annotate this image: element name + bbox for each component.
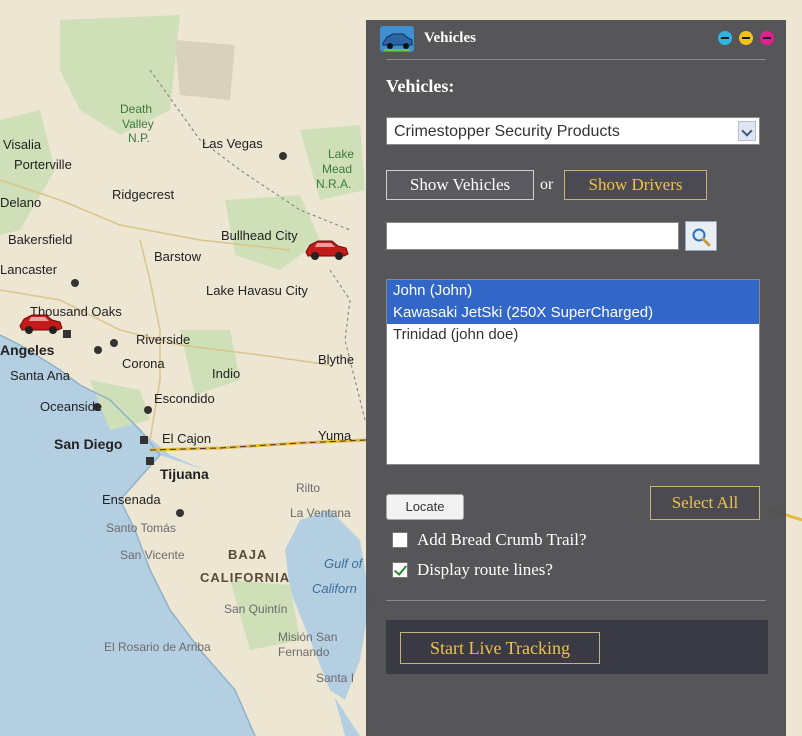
- map-label: Bakersfield: [8, 232, 73, 247]
- map-label: Riverside: [136, 332, 191, 347]
- map-label: El Cajon: [162, 431, 212, 446]
- map-label: Santo Tomás: [106, 521, 176, 535]
- map-label: San Diego: [54, 436, 123, 452]
- divider: [386, 600, 766, 601]
- vehicle-list[interactable]: John (John) Kawasaki JetSki (250X SuperC…: [386, 279, 760, 465]
- panel-title-bar[interactable]: Vehicles: [366, 20, 786, 60]
- map-label: N.R.A.: [316, 177, 352, 191]
- divider: [386, 59, 766, 60]
- map-label: Ensenada: [102, 492, 161, 507]
- map-label: Yuma: [318, 428, 352, 443]
- route-lines-checkbox[interactable]: [392, 562, 408, 578]
- restore-button[interactable]: [739, 31, 753, 45]
- map-label: La Ventana: [290, 506, 351, 520]
- bread-crumb-label: Add Bread Crumb Trail?: [417, 530, 587, 549]
- list-item[interactable]: Kawasaki JetSki (250X SuperCharged): [387, 302, 759, 324]
- map-label: Las Vegas: [202, 136, 263, 151]
- map-label: Rilto: [296, 481, 321, 495]
- map-label: Californ: [312, 581, 357, 596]
- close-button[interactable]: [760, 31, 774, 45]
- map-label: Tijuana: [160, 466, 209, 482]
- car-icon: [380, 26, 414, 52]
- map-label: Oceanside: [40, 399, 103, 414]
- map-label: Fernando: [278, 645, 330, 659]
- search-button[interactable]: [685, 221, 717, 251]
- chevron-down-icon[interactable]: [738, 121, 756, 141]
- map-label: Santa I: [316, 671, 355, 685]
- panel-title: Vehicles: [424, 30, 476, 46]
- map-label: Blythe: [318, 352, 355, 367]
- map-label: Barstow: [154, 249, 201, 264]
- map-label: Bullhead City: [221, 228, 298, 243]
- map-label: Valley: [122, 117, 154, 131]
- or-label: or: [540, 176, 554, 193]
- show-vehicles-button[interactable]: Show Vehicles: [386, 170, 534, 200]
- vehicles-panel: Vehicles Vehicles: Crimestopper Security…: [366, 20, 786, 736]
- map-label: Gulf of: [324, 556, 363, 571]
- map-label: Angeles: [0, 342, 55, 358]
- map-label: Misión San: [278, 630, 338, 644]
- map-label: Delano: [0, 195, 42, 210]
- map-label: El Rosario de Arriba: [104, 640, 211, 654]
- map-label: Santa Ana: [10, 368, 70, 383]
- map-label: Mead: [322, 162, 353, 176]
- select-all-button[interactable]: Select All: [650, 486, 760, 520]
- search-input[interactable]: [386, 222, 679, 250]
- map-label: Lake Havasu City: [206, 283, 308, 298]
- map-label: Escondido: [154, 391, 215, 406]
- map-label: Ridgecrest: [112, 187, 175, 202]
- map-label: Corona: [122, 356, 165, 371]
- map-label: San Vicente: [120, 548, 185, 562]
- map-label: Death: [120, 102, 153, 116]
- map-label: BAJA: [228, 547, 268, 562]
- show-drivers-button[interactable]: Show Drivers: [564, 170, 707, 200]
- map-label: Lake: [328, 147, 355, 161]
- list-item[interactable]: John (John): [387, 280, 759, 302]
- list-item[interactable]: Trinidad (john doe): [387, 324, 759, 346]
- map-label: CALIFORNIA: [200, 570, 291, 585]
- company-select-value: Crimestopper Security Products: [394, 123, 620, 140]
- bread-crumb-checkbox[interactable]: [392, 532, 408, 548]
- map-label: Visalia: [3, 137, 42, 152]
- map-label: Porterville: [14, 157, 72, 172]
- map-label: Lancaster: [0, 262, 58, 277]
- map-label: N.P.: [128, 131, 150, 145]
- vehicle-marker-car-icon[interactable]: [16, 310, 64, 336]
- minimize-button[interactable]: [718, 31, 732, 45]
- route-lines-label: Display route lines?: [417, 560, 553, 579]
- vehicle-marker-car-icon[interactable]: [302, 236, 350, 262]
- start-live-tracking-button[interactable]: Start Live Tracking: [400, 632, 600, 664]
- locate-button[interactable]: Locate: [386, 494, 464, 520]
- company-select[interactable]: Crimestopper Security Products: [386, 117, 760, 145]
- map-label: Indio: [212, 366, 241, 381]
- map-label: San Quintín: [224, 602, 288, 616]
- live-tracking-bar: Start Live Tracking: [386, 620, 768, 674]
- vehicles-section-label: Vehicles:: [386, 76, 455, 96]
- search-icon: [692, 228, 711, 247]
